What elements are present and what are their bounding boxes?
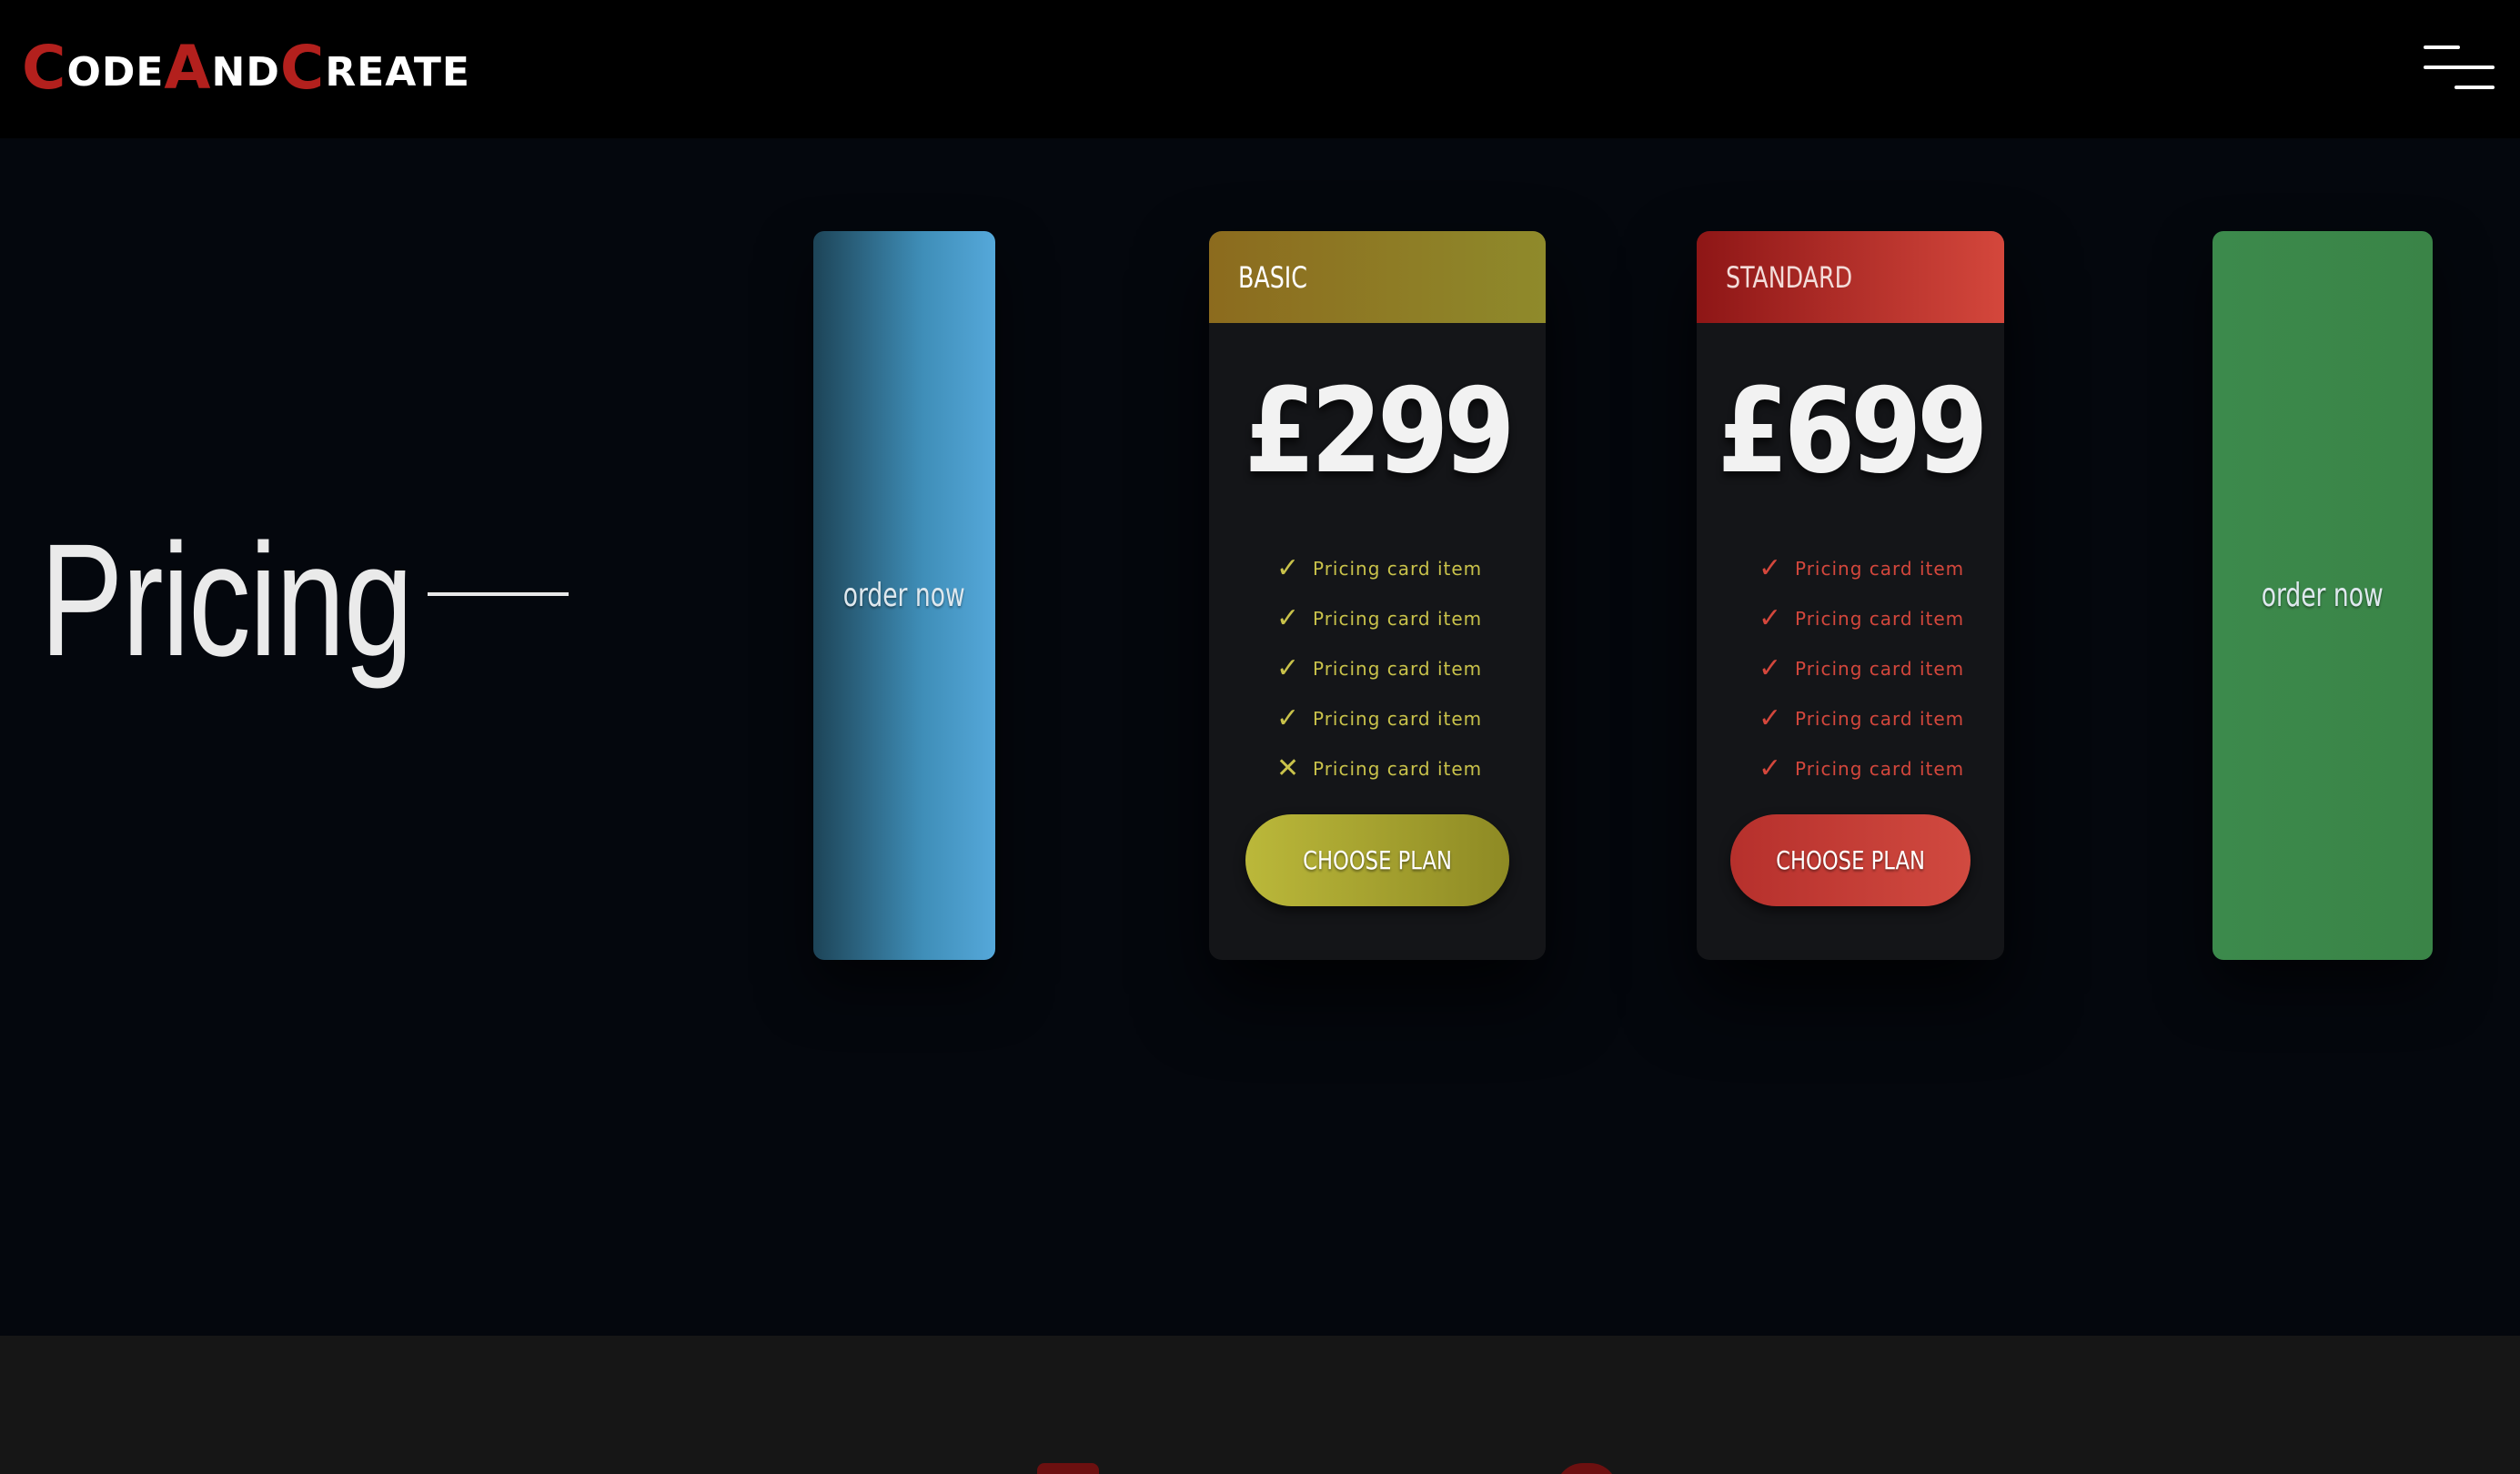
list-item: ✓ Pricing card item (1209, 693, 1546, 743)
order-now-card-right[interactable]: order now (2213, 231, 2433, 960)
check-icon: ✓ (1276, 651, 1300, 684)
feature-label: Pricing card item (1313, 657, 1483, 680)
plan-features: ✓ Pricing card item ✓ Pricing card item … (1697, 543, 2004, 793)
choose-plan-button[interactable]: CHOOSE PLAN (1245, 814, 1509, 906)
pricing-card-basic: BASIC £299 ✓ Pricing card item ✓ Pricing… (1209, 231, 1546, 960)
pricing-heading-wrap: Pricing (40, 510, 517, 692)
title-divider (428, 592, 569, 596)
feature-label: Pricing card item (1795, 757, 1965, 780)
list-item: ✓ Pricing card item (1697, 743, 2004, 793)
check-icon: ✓ (1759, 651, 1782, 684)
choose-plan-button[interactable]: CHOOSE PLAN (1730, 814, 1971, 906)
list-item: ✓ Pricing card item (1209, 543, 1546, 593)
check-icon: ✓ (1759, 551, 1782, 584)
list-item: ✓ Pricing card item (1697, 643, 2004, 693)
list-item: ✓ Pricing card item (1209, 643, 1546, 693)
section-decoration (1556, 1463, 1618, 1474)
feature-label: Pricing card item (1313, 757, 1483, 780)
feature-label: Pricing card item (1795, 557, 1965, 580)
menu-bar (2424, 45, 2460, 49)
check-icon: ✓ (1276, 551, 1300, 584)
order-now-label: order now (2262, 577, 2384, 614)
choose-plan-label: CHOOSE PLAN (1303, 845, 1452, 875)
logo-text: ND (211, 49, 280, 96)
check-icon: ✓ (1759, 601, 1782, 634)
card-header: BASIC (1209, 231, 1546, 323)
order-now-label: order now (843, 577, 965, 614)
check-icon: ✓ (1759, 702, 1782, 734)
pricing-card-standard: STANDARD £699 ✓ Pricing card item ✓ Pric… (1697, 231, 2004, 960)
plan-features: ✓ Pricing card item ✓ Pricing card item … (1209, 543, 1546, 793)
section-decoration (1037, 1463, 1099, 1474)
hamburger-menu-icon[interactable] (2416, 42, 2498, 95)
list-item: ✓ Pricing card item (1697, 543, 2004, 593)
menu-bar (2424, 66, 2495, 69)
plan-price: £699 (1717, 364, 1989, 500)
logo-letter: A (164, 33, 212, 103)
plan-price: £299 (1244, 364, 1516, 500)
logo-text: ODE (66, 49, 165, 96)
feature-label: Pricing card item (1795, 657, 1965, 680)
list-item: ✓ Pricing card item (1209, 593, 1546, 643)
check-icon: ✓ (1759, 752, 1782, 784)
check-icon: ✓ (1276, 601, 1300, 634)
page-title: Pricing (40, 511, 413, 690)
feature-label: Pricing card item (1795, 707, 1965, 730)
choose-plan-label: CHOOSE PLAN (1776, 845, 1925, 875)
menu-bar (2454, 86, 2495, 89)
logo-letter: C (22, 33, 67, 103)
feature-label: Pricing card item (1795, 607, 1965, 630)
list-item: ✓ Pricing card item (1697, 593, 2004, 643)
feature-label: Pricing card item (1313, 707, 1483, 730)
feature-label: Pricing card item (1313, 557, 1483, 580)
list-item: ✓ Pricing card item (1697, 693, 2004, 743)
plan-name: BASIC (1238, 259, 1307, 295)
list-item: ✕ Pricing card item (1209, 743, 1546, 793)
logo-letter: C (279, 33, 326, 103)
cross-icon: ✕ (1276, 752, 1300, 784)
logo-text: REATE (325, 49, 470, 96)
next-section (0, 1336, 2520, 1474)
card-header: STANDARD (1697, 231, 2004, 323)
site-header: C ODE A ND C REATE (0, 0, 2520, 138)
check-icon: ✓ (1276, 702, 1300, 734)
order-now-card-left[interactable]: order now (813, 231, 995, 960)
feature-label: Pricing card item (1313, 607, 1483, 630)
site-logo[interactable]: C ODE A ND C REATE (22, 35, 470, 98)
plan-name: STANDARD (1726, 259, 1853, 295)
